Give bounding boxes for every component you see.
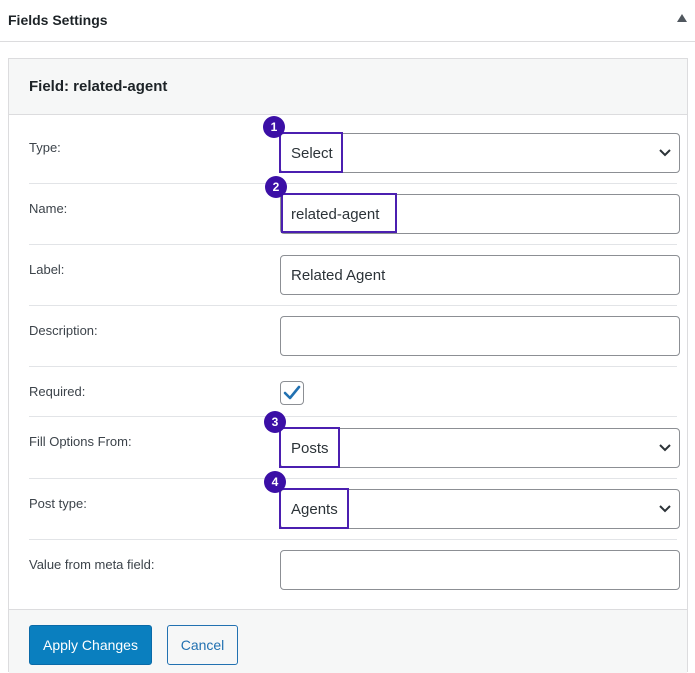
fill-options-label: Fill Options From: [29,434,132,449]
row-divider [29,416,677,417]
panel-title: Field: related-agent [29,78,168,95]
panel-footer: Apply Changes Cancel [9,609,687,673]
type-label: Type: [29,140,61,155]
post-type-highlight [279,488,349,529]
description-label: Description: [29,323,98,338]
apply-changes-button[interactable]: Apply Changes [29,625,152,665]
chevron-down-icon [659,149,671,157]
label-input[interactable]: Related Agent [280,255,680,295]
row-divider [29,539,677,540]
name-label: Name: [29,201,68,216]
required-checkbox[interactable] [280,381,304,405]
step-badge-2: 2 [265,176,287,198]
label-input-value: Related Agent [291,267,386,284]
meta-field-input[interactable] [280,550,680,590]
required-label: Required: [29,384,86,399]
name-highlight [281,193,397,233]
row-divider [29,305,677,306]
step-badge-1: 1 [263,116,285,138]
step-badge-3: 3 [264,411,286,433]
metabox-header: Fields Settings [0,0,695,42]
post-type-label: Post type: [29,496,87,511]
panel-header: Field: related-agent [9,59,687,115]
field-settings-panel: Field: related-agent Type: Select 1 Name… [8,58,688,673]
fill-options-highlight [279,427,340,468]
type-highlight [279,132,343,173]
fill-options-select[interactable]: Posts [280,428,680,468]
row-divider [29,244,677,245]
row-divider [29,366,677,367]
description-input[interactable] [280,316,680,356]
triangle-up-icon[interactable] [676,13,688,23]
row-divider [29,478,677,479]
checkmark-icon [283,385,301,400]
chevron-down-icon [659,505,671,513]
row-divider [29,183,677,184]
step-badge-4: 4 [264,471,286,493]
metabox-title: Fields Settings [8,12,108,28]
meta-field-label: Value from meta field: [29,557,155,572]
cancel-button[interactable]: Cancel [167,625,238,665]
chevron-down-icon [659,444,671,452]
label-label: Label: [29,262,65,277]
